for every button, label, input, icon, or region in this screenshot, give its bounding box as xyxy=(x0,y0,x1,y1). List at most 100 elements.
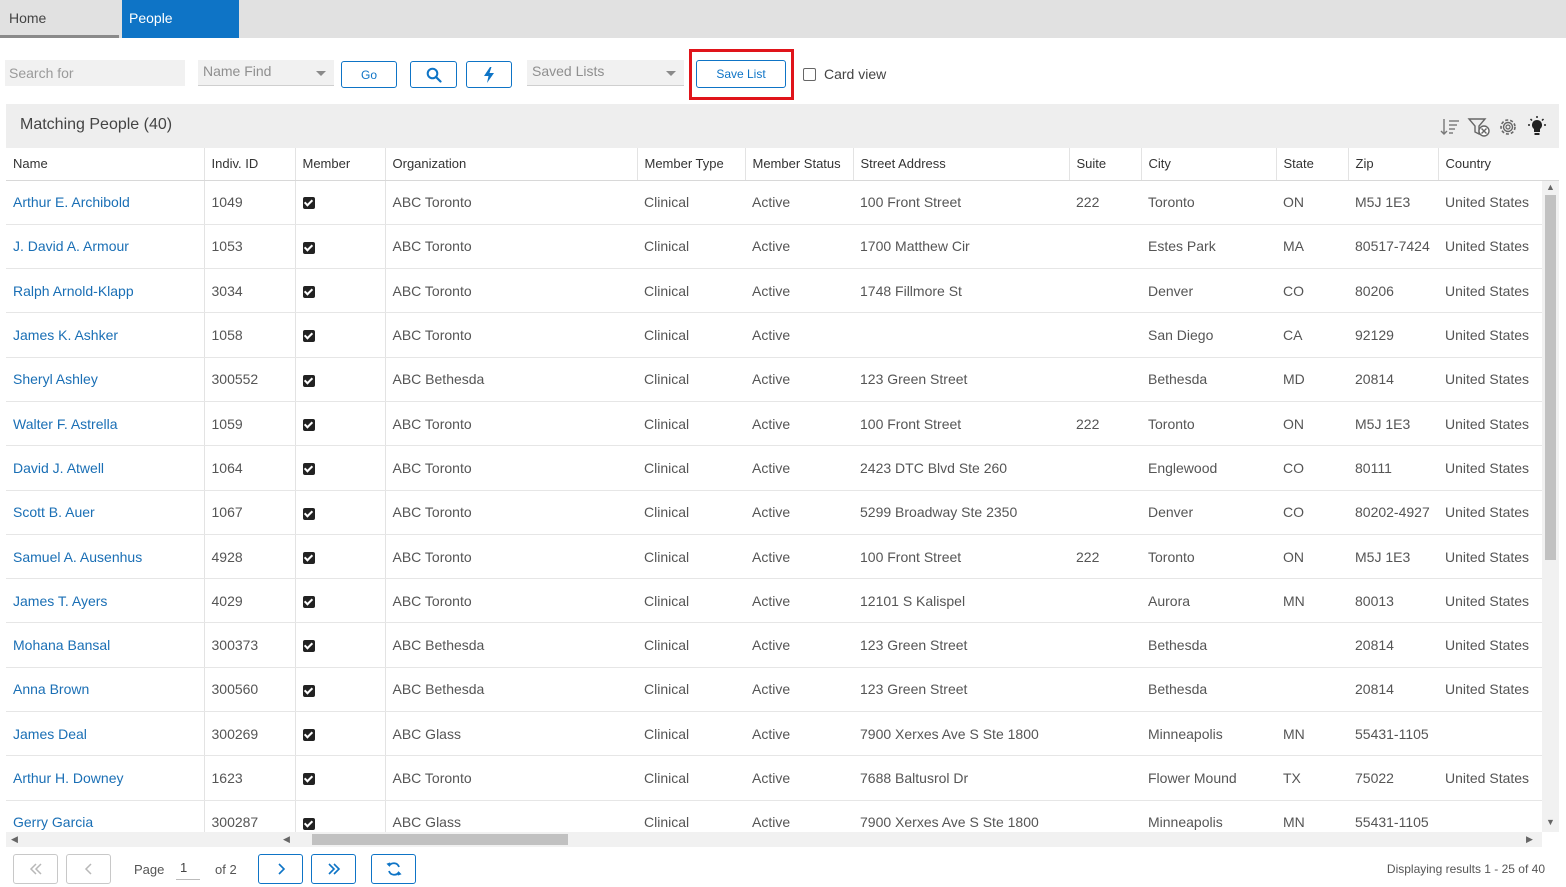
column-header-state[interactable]: State xyxy=(1276,148,1349,181)
vertical-scrollbar[interactable]: ▲ ▼ xyxy=(1542,181,1559,832)
card-view-checkbox[interactable] xyxy=(803,67,816,81)
column-header-member[interactable]: Member xyxy=(295,148,386,181)
previous-page-button[interactable] xyxy=(66,854,111,884)
column-header-city[interactable]: City xyxy=(1141,148,1277,181)
lightbulb-icon[interactable] xyxy=(1525,116,1549,138)
cell-member-type: Clinical xyxy=(637,268,745,314)
member-checkbox xyxy=(302,773,315,786)
search-icon xyxy=(426,67,442,83)
name-find-dropdown[interactable]: Name Find xyxy=(198,60,334,86)
cell-name[interactable]: Sheryl Ashley xyxy=(6,357,205,402)
column-header-country[interactable]: Country xyxy=(1438,148,1559,181)
table-row[interactable]: Arthur H. Downey 1623 ABC Toronto Clinical A… xyxy=(6,755,1559,801)
card-view-toggle[interactable]: Card view xyxy=(803,66,886,82)
cell-city: Flower Mound xyxy=(1141,755,1276,801)
cell-indiv-id: 4928 xyxy=(204,534,295,580)
column-header-member-status[interactable]: Member Status xyxy=(745,148,854,181)
cell-name[interactable]: J. David A. Armour xyxy=(6,224,205,270)
table-row[interactable]: David J. Atwell 1064 ABC Toronto Clinical Ac… xyxy=(6,445,1559,491)
table-row[interactable]: Arthur E. Archibold 1049 ABC Toronto Clinic… xyxy=(6,180,1559,225)
cell-zip: M5J 1E3 xyxy=(1348,180,1438,225)
last-page-button[interactable] xyxy=(311,854,356,884)
scroll-right-icon[interactable]: ▶ xyxy=(1526,834,1533,845)
cell-name[interactable]: James Deal xyxy=(6,711,205,757)
horizontal-scrollbar[interactable]: ◀ ◀ ▶ xyxy=(6,832,1542,847)
search-button[interactable] xyxy=(410,61,457,88)
cell-country: United States xyxy=(1438,534,1559,580)
cell-indiv-id: 300287 xyxy=(204,800,295,832)
cell-organization: ABC Bethesda xyxy=(385,357,637,402)
table-row[interactable]: Gerry Garcia 300287 ABC Glass Clinical Activ… xyxy=(6,800,1559,832)
table-row[interactable]: Sheryl Ashley 300552 ABC Bethesda Clinical A… xyxy=(6,357,1559,402)
saved-lists-dropdown[interactable]: Saved Lists xyxy=(527,60,684,86)
cell-city: Denver xyxy=(1141,268,1276,314)
cell-indiv-id: 1623 xyxy=(204,755,295,801)
cell-street-address: 7688 Baltusrol Dr xyxy=(853,755,1069,801)
cell-member xyxy=(294,268,386,314)
quick-search-button[interactable] xyxy=(466,61,512,88)
page-label: Page xyxy=(134,862,165,877)
column-header-member-type[interactable]: Member Type xyxy=(637,148,746,181)
scroll-left-icon[interactable]: ◀ xyxy=(283,834,290,845)
cell-name[interactable]: Walter F. Astrella xyxy=(6,401,205,447)
column-header-name[interactable]: Name xyxy=(6,148,205,181)
cell-suite xyxy=(1069,445,1141,491)
member-checkbox xyxy=(302,729,315,741)
cell-name[interactable]: Gerry Garcia xyxy=(6,800,205,832)
column-header-suite[interactable]: Suite xyxy=(1069,148,1142,181)
member-checkbox xyxy=(302,330,315,343)
cell-name[interactable]: James K. Ashker xyxy=(6,312,205,358)
member-checkbox xyxy=(302,507,315,520)
cell-city: Bethesda xyxy=(1141,357,1276,402)
page-number-input[interactable] xyxy=(176,856,200,880)
cell-indiv-id: 1058 xyxy=(204,312,295,358)
column-header-zip[interactable]: Zip xyxy=(1348,148,1439,181)
chevron-down-icon xyxy=(316,71,326,76)
cell-name[interactable]: Samuel A. Ausenhus xyxy=(6,534,205,580)
horizontal-scroll-thumb[interactable] xyxy=(312,834,568,845)
table-row[interactable]: Walter F. Astrella 1059 ABC Toronto Clinica… xyxy=(6,401,1559,447)
cell-name[interactable]: Ralph Arnold-Klapp xyxy=(6,268,205,314)
search-input[interactable] xyxy=(5,60,185,86)
cell-name[interactable]: Scott B. Auer xyxy=(6,490,205,535)
cell-zip: M5J 1E3 xyxy=(1348,534,1438,580)
cell-name[interactable]: Mohana Bansal xyxy=(6,622,205,668)
cell-member-type: Clinical xyxy=(637,711,745,757)
tab-people[interactable]: People xyxy=(122,0,239,38)
sort-icon[interactable] xyxy=(1439,116,1461,138)
cell-name[interactable]: James T. Ayers xyxy=(6,578,205,624)
scroll-up-icon[interactable]: ▲ xyxy=(1546,182,1555,192)
table-row[interactable]: J. David A. Armour 1053 ABC Toronto Clinica… xyxy=(6,224,1559,270)
column-header-organization[interactable]: Organization xyxy=(385,148,638,181)
scroll-down-icon[interactable]: ▼ xyxy=(1546,817,1555,827)
table-row[interactable]: James T. Ayers 4029 ABC Toronto Clinical Act… xyxy=(6,578,1559,624)
first-page-button[interactable] xyxy=(13,854,58,884)
cell-name[interactable]: David J. Atwell xyxy=(6,445,205,491)
cell-country xyxy=(1438,711,1559,757)
table-row[interactable]: Scott B. Auer 1067 ABC Toronto Clinical Acti… xyxy=(6,490,1559,535)
next-page-button[interactable] xyxy=(258,854,303,884)
refresh-button[interactable] xyxy=(371,854,416,884)
cell-suite xyxy=(1069,312,1141,358)
column-header-street-address[interactable]: Street Address xyxy=(853,148,1070,181)
clear-filter-icon[interactable] xyxy=(1467,116,1491,138)
table-row[interactable]: Mohana Bansal 300373 ABC Bethesda Clinical A… xyxy=(6,622,1559,668)
table-row[interactable]: James Deal 300269 ABC Glass Clinical Active 7… xyxy=(6,711,1559,757)
cell-member-status: Active xyxy=(745,711,853,757)
cell-organization: ABC Toronto xyxy=(385,534,637,580)
refresh-icon xyxy=(385,862,402,876)
go-button[interactable]: Go xyxy=(341,61,397,88)
settings-gear-icon[interactable] xyxy=(1497,116,1519,138)
scroll-left-icon[interactable]: ◀ xyxy=(11,834,18,845)
table-row[interactable]: Samuel A. Ausenhus 4928 ABC Toronto Clinica… xyxy=(6,534,1559,580)
cell-name[interactable]: Anna Brown xyxy=(6,667,205,713)
table-row[interactable]: Anna Brown 300560 ABC Bethesda Clinical Acti… xyxy=(6,667,1559,713)
cell-name[interactable]: Arthur E. Archibold xyxy=(6,180,205,225)
member-checkbox xyxy=(302,374,315,387)
tab-home[interactable]: Home xyxy=(0,0,119,38)
column-header-indiv-id[interactable]: Indiv. ID xyxy=(204,148,296,181)
table-row[interactable]: James K. Ashker 1058 ABC Toronto Clinical Ac… xyxy=(6,312,1559,358)
table-row[interactable]: Ralph Arnold-Klapp 3034 ABC Toronto Clinica… xyxy=(6,268,1559,314)
vertical-scroll-thumb[interactable] xyxy=(1545,195,1556,560)
cell-name[interactable]: Arthur H. Downey xyxy=(6,755,205,801)
